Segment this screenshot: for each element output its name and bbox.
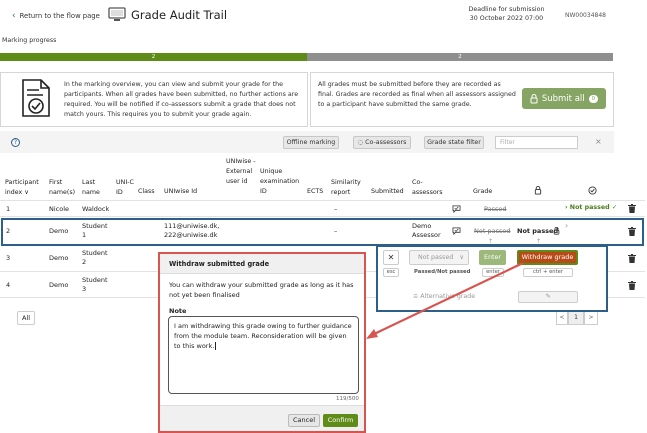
deadline: Deadline for submission 30 October 2022 … xyxy=(464,5,549,23)
ctrl-enter-hint: ctrl + enter xyxy=(523,268,573,277)
deadline-label: Deadline for submission xyxy=(468,6,545,13)
col-unique-exam-id[interactable]: Unique examination ID xyxy=(260,167,302,197)
submit-all-label: Submit all xyxy=(541,93,585,104)
row2-last: Student 1 xyxy=(82,222,108,239)
note-label: Note xyxy=(169,307,187,315)
row1-final-grade: › Not passed ✓ xyxy=(565,204,618,211)
submit-info-text: All grades must be submitted before they… xyxy=(318,81,516,108)
col-class[interactable]: Class xyxy=(138,187,155,197)
row1-similarity: – xyxy=(334,205,338,213)
row2-first: Demo xyxy=(49,227,69,235)
row1-final-label: Not passed xyxy=(569,204,610,211)
co-assessors-label: Co-assessors xyxy=(365,139,407,146)
dialog-body-text: You can withdraw your submitted grade as… xyxy=(169,281,354,299)
document-checkmark-icon xyxy=(21,78,51,118)
trash-icon[interactable] xyxy=(628,227,636,236)
header-divider xyxy=(0,200,645,201)
col-index-label: Participant index xyxy=(5,179,39,196)
col-grade[interactable]: Grade xyxy=(473,187,492,197)
flow-id: NW00034848 xyxy=(565,12,606,19)
trash-icon[interactable] xyxy=(628,204,636,213)
progress-done-segment: 2 xyxy=(0,53,307,61)
page-title: Grade Audit Trail xyxy=(131,8,228,22)
row1-first: Nicole xyxy=(49,205,70,213)
row2-grade: Not passed xyxy=(474,227,511,235)
row4-last: Student 3 xyxy=(82,276,108,293)
info-text: In the marking overview, you can view an… xyxy=(64,81,299,118)
row3-index: 3 xyxy=(6,254,11,262)
row4-index: 4 xyxy=(6,281,11,289)
row1-last: Waldock xyxy=(82,205,110,213)
col-co-assessors[interactable]: Co-assessors xyxy=(412,178,444,198)
back-link-label: Return to the flow page xyxy=(19,12,100,20)
col-participant-index[interactable]: Participant index ∨ xyxy=(5,178,45,198)
col-submitted[interactable]: Submitted xyxy=(371,187,404,197)
clear-filter-icon[interactable]: × xyxy=(595,137,602,146)
row3-last: Student 2 xyxy=(82,249,108,266)
chevron-right-icon: › xyxy=(565,221,569,230)
row1-index: 1 xyxy=(6,205,11,213)
arrow-up-icon: ↑ xyxy=(536,238,542,245)
row4-first: Demo xyxy=(49,281,69,289)
submit-count-badge: 0 xyxy=(588,94,599,103)
row2-index: 2 xyxy=(6,227,11,235)
trash-icon[interactable] xyxy=(628,254,636,263)
row2-similarity: – xyxy=(334,227,338,235)
audit-trail-icon xyxy=(108,7,126,22)
text-cursor xyxy=(215,342,217,350)
arrow-up-icon: ↑ xyxy=(488,238,494,245)
next-page-button[interactable]: > xyxy=(584,311,598,325)
note-char-counter: 119/500 xyxy=(336,396,359,402)
col-ects[interactable]: ECTS xyxy=(307,187,323,197)
col-last-name[interactable]: Last name xyxy=(82,178,110,198)
note-text: I am withdrawing this grade owing to fur… xyxy=(174,322,352,350)
co-assessors-button[interactable]: ◌ Co-assessors xyxy=(353,136,411,149)
marking-progress-bar: 2 2 xyxy=(0,53,613,61)
comment-icon[interactable] xyxy=(452,205,461,213)
help-icon[interactable]: ? xyxy=(11,138,20,147)
col-similarity-report[interactable]: Similarity report xyxy=(331,178,369,198)
callout-arrow xyxy=(366,262,524,339)
comment-icon[interactable] xyxy=(452,227,461,235)
row-divider xyxy=(0,216,645,217)
lock-icon xyxy=(530,93,538,104)
check-circle-icon xyxy=(588,186,597,195)
grade-state-filter-button[interactable]: Grade state filter xyxy=(424,136,484,149)
show-all-button[interactable]: All xyxy=(17,311,35,325)
sort-chevron-icon: ∨ xyxy=(24,189,29,196)
confirm-button[interactable]: Confirm xyxy=(323,414,358,427)
lock-icon xyxy=(534,186,542,195)
progress-remaining-segment: 2 xyxy=(307,53,613,61)
col-external-user-id[interactable]: UNIwise - External user id xyxy=(226,157,256,187)
note-textarea[interactable]: I am withdrawing this grade owing to fur… xyxy=(168,316,359,394)
row2-co-assessor: Demo Assessor xyxy=(412,222,441,239)
col-unic-id[interactable]: UNI-C ID xyxy=(116,178,134,198)
lock-icon xyxy=(553,227,560,235)
chevron-left-icon: ‹ xyxy=(12,11,16,21)
col-first-name[interactable]: First name(s) xyxy=(49,178,77,198)
submit-all-button[interactable]: Submit all 0 xyxy=(522,88,606,109)
offline-marking-button[interactable]: Offline marking xyxy=(283,136,339,149)
col-uniwise-id[interactable]: UNIwise Id xyxy=(164,187,197,197)
marking-progress-label: Marking progress xyxy=(2,37,57,44)
dialog-title: Withdraw submitted grade xyxy=(160,254,364,274)
filter-input[interactable]: Filter xyxy=(495,136,578,149)
cancel-button[interactable]: Cancel xyxy=(288,414,320,427)
row3-first: Demo xyxy=(49,254,69,262)
page-1-button[interactable]: 1 xyxy=(568,311,584,325)
row2-final-grade: Not passed xyxy=(517,227,559,235)
back-to-flow-link[interactable]: ‹ Return to the flow page xyxy=(12,11,100,21)
row2-uniwise: 111@uniwise.dk, 222@uniwise.dk xyxy=(164,222,220,239)
prev-page-button[interactable]: < xyxy=(556,311,568,325)
trash-icon[interactable] xyxy=(628,281,636,290)
row1-grade: Passed xyxy=(484,205,507,213)
deadline-value: 30 October 2022 07:00 xyxy=(469,15,544,22)
